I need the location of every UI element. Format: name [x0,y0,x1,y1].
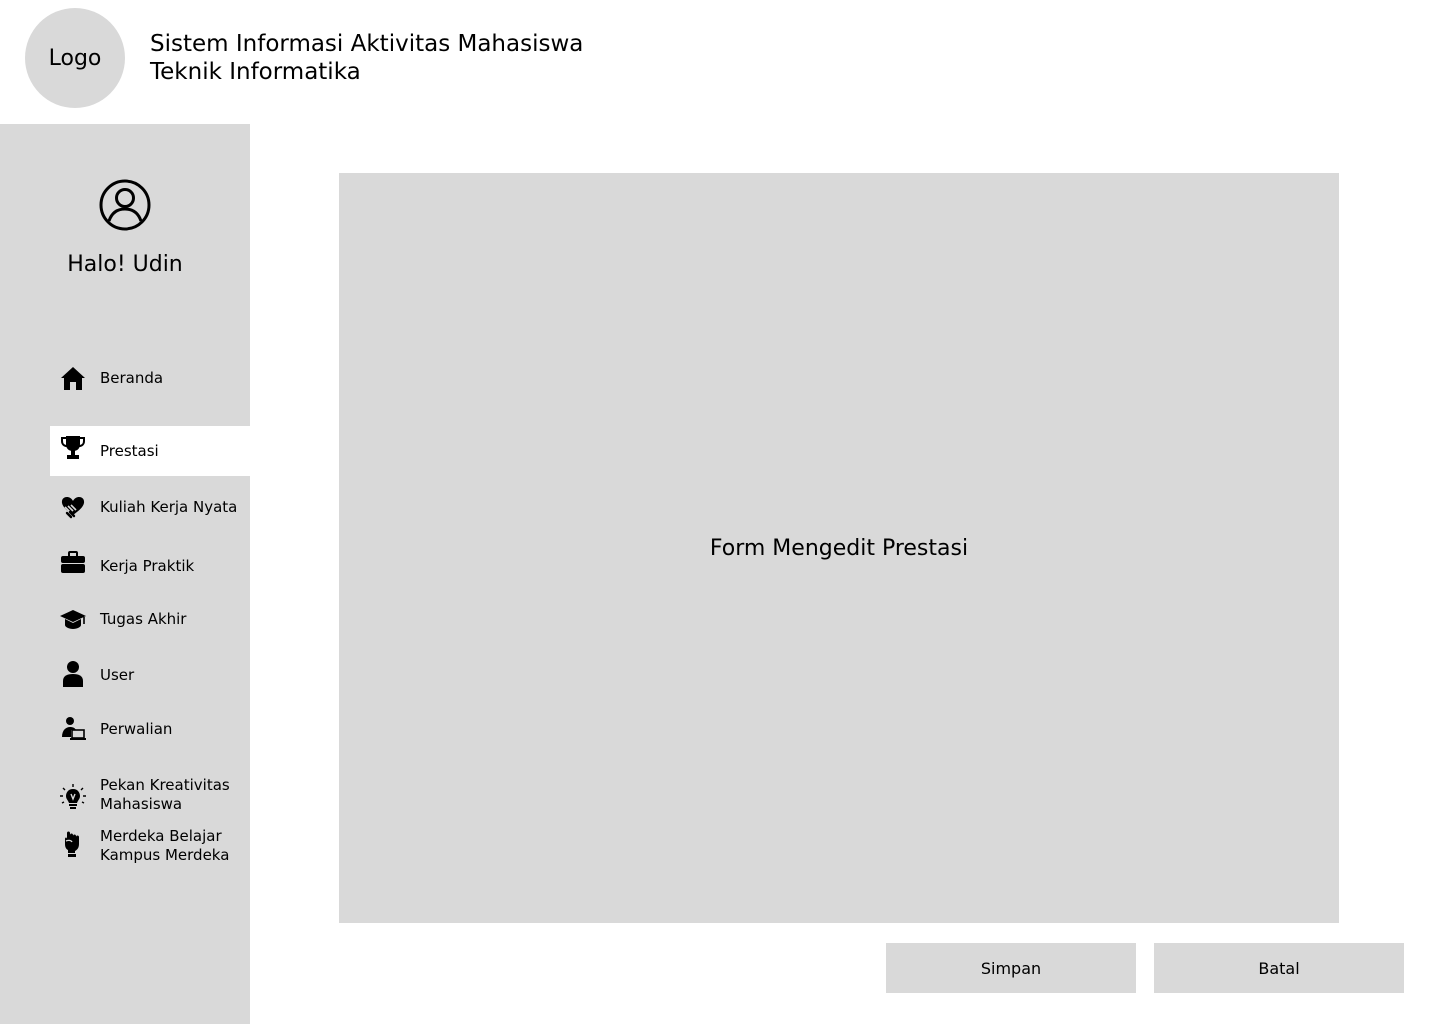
sidebar-item-kerja-praktik[interactable]: Kerja Praktik [50,541,250,591]
trophy-icon [59,434,87,462]
sidebar: Halo! Udin Beranda Prestasi Kuliah Kerja… [0,124,250,1024]
sidebar-item-user[interactable]: User [50,650,250,700]
sidebar-item-tugas-akhir[interactable]: Tugas Akhir [50,594,250,644]
sidebar-item-label: Tugas Akhir [100,609,187,628]
sidebar-item-label: Pekan Kreativitas Mahasiswa [100,776,230,813]
edit-prestasi-form[interactable]: Form Mengedit Prestasi [339,173,1339,923]
sidebar-item-label: Perwalian [100,719,173,738]
sidebar-item-label: Prestasi [100,441,159,460]
handshake-heart-icon [59,493,87,521]
sidebar-item-label: Kerja Praktik [100,556,195,575]
sidebar-item-beranda[interactable]: Beranda [50,353,250,403]
save-button[interactable]: Simpan [886,943,1136,993]
sidebar-item-prestasi[interactable]: Prestasi [50,426,250,476]
app-title-line1: Sistem Informasi Aktivitas Mahasiswa [150,31,584,57]
lightbulb-icon [59,784,87,812]
app-title: Sistem Informasi Aktivitas Mahasiswa Tek… [150,30,583,86]
form-placeholder-text: Form Mengedit Prestasi [709,535,969,561]
sidebar-item-pekan-kreativitas-mahasiswa[interactable]: Pekan Kreativitas Mahasiswa [50,770,250,820]
sidebar-item-label: Beranda [100,368,164,387]
cancel-button[interactable]: Batal [1154,943,1404,993]
graduation-cap-icon [59,605,87,633]
home-icon [59,364,87,392]
fist-icon [59,830,87,858]
user-icon [59,660,87,688]
logo: Logo [25,8,125,108]
logo-text: Logo [48,45,102,71]
user-laptop-icon [59,715,87,743]
sidebar-item-perwalian[interactable]: Perwalian [50,704,250,754]
user-circle-icon[interactable] [99,179,151,231]
sidebar-item-label: User [100,665,135,684]
sidebar-item-label: Kuliah Kerja Nyata [100,497,238,516]
sidebar-item-label: Merdeka Belajar Kampus Merdeka [100,827,230,864]
greeting: Halo! Udin [67,252,183,277]
sidebar-item-merdeka-belajar-kampus-merdeka[interactable]: Merdeka Belajar Kampus Merdeka [50,822,250,872]
briefcase-icon [59,549,87,577]
app-title-line2: Teknik Informatika [150,59,361,85]
sidebar-item-kuliah-kerja-nyata[interactable]: Kuliah Kerja Nyata [50,482,250,532]
